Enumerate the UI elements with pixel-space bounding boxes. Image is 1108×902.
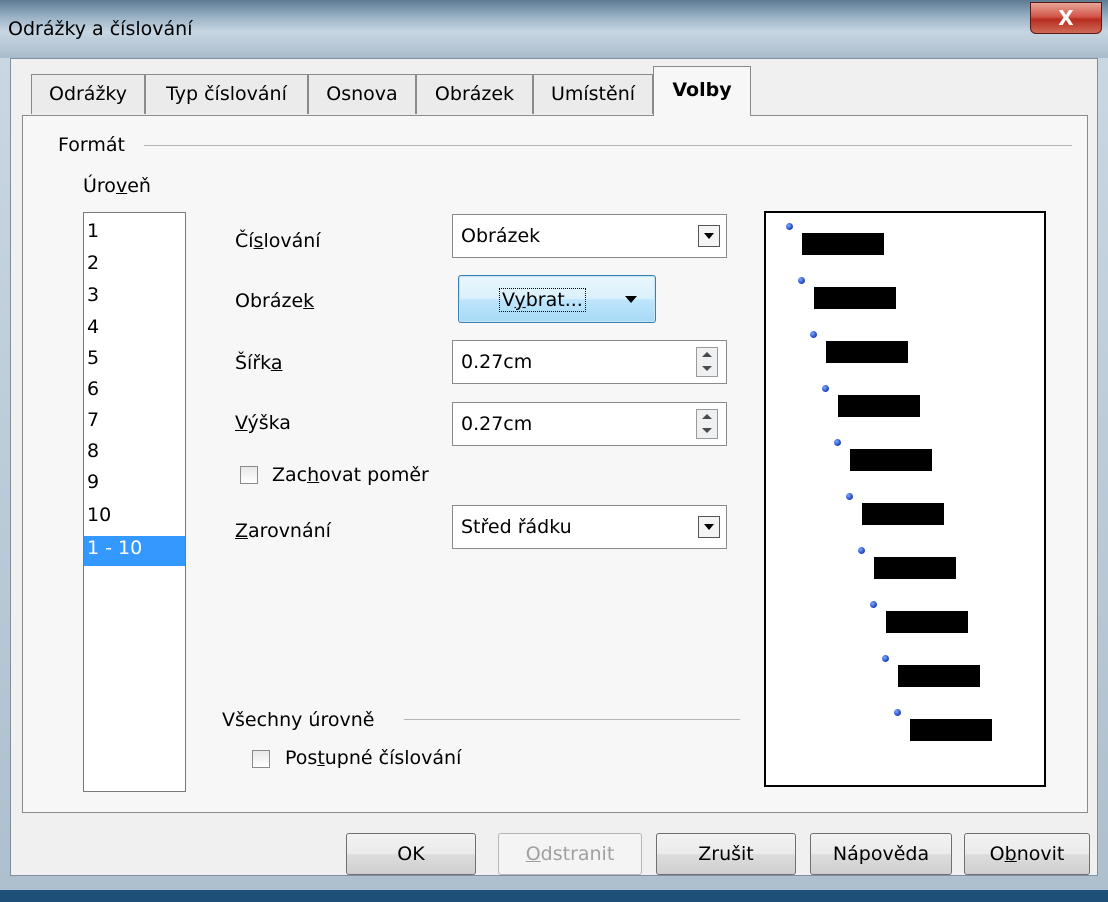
all-levels-group-label: Všechny úrovně (222, 709, 375, 731)
consecutive-numbering-label: Postupné číslování (285, 747, 462, 769)
preview-text-line (826, 341, 908, 363)
width-spinfield[interactable]: 0.27cm (452, 340, 727, 384)
remove-label: Odstranit (525, 843, 615, 865)
tab-label: Osnova (326, 83, 398, 105)
tab-label: Odrážky (48, 83, 127, 105)
bullet-picture-icon (834, 439, 841, 446)
dropdown-arrow-icon (625, 296, 637, 303)
numbering-label: Číslování (235, 230, 321, 252)
tab-label: Obrázek (434, 83, 515, 105)
bullet-picture-icon (870, 601, 877, 608)
numbering-value: Obrázek (461, 225, 541, 247)
tab-label: Typ číslování (166, 83, 287, 105)
spin-up-icon[interactable] (702, 414, 712, 419)
format-group-label: Formát (58, 134, 125, 156)
list-item[interactable]: 4 (84, 315, 185, 345)
select-picture-button[interactable]: Vybrat... (458, 275, 656, 323)
width-value: 0.27cm (461, 351, 533, 373)
list-item[interactable]: 10 (84, 503, 185, 533)
tab-options[interactable]: Volby (653, 66, 751, 116)
tab-graphics[interactable]: Obrázek (416, 74, 533, 114)
preview-text-line (898, 665, 980, 687)
tab-outline[interactable]: Osnova (308, 74, 416, 114)
bullet-picture-icon (882, 655, 889, 662)
list-item[interactable]: 5 (84, 346, 185, 376)
bullet-picture-icon (894, 709, 901, 716)
cancel-button[interactable]: Zrušit (656, 833, 796, 875)
bullet-picture-icon (858, 547, 865, 554)
close-button[interactable]: X (1030, 2, 1102, 34)
tab-numbering-type[interactable]: Typ číslování (145, 74, 308, 114)
height-value: 0.27cm (461, 413, 533, 435)
keep-ratio-checkbox[interactable] (240, 466, 258, 484)
list-item[interactable]: 1 (84, 219, 185, 249)
list-item-selected[interactable]: 1 - 10 (84, 536, 185, 566)
reset-label: Obnovit (989, 843, 1065, 865)
spin-up-icon[interactable] (702, 352, 712, 357)
height-spinfield[interactable]: 0.27cm (452, 402, 727, 446)
list-item[interactable]: 3 (84, 283, 185, 313)
close-icon: X (1058, 6, 1074, 30)
list-item[interactable]: 9 (84, 470, 185, 500)
bullet-picture-icon (798, 277, 805, 284)
preview-text-line (838, 395, 920, 417)
format-separator (144, 145, 1072, 146)
help-label: Nápověda (832, 843, 930, 865)
spin-buttons[interactable] (696, 347, 718, 377)
spin-buttons[interactable] (696, 409, 718, 439)
consecutive-numbering-checkbox[interactable] (252, 750, 270, 768)
list-item[interactable]: 7 (84, 408, 185, 438)
all-levels-separator (404, 719, 740, 720)
height-label: Výška (235, 412, 291, 434)
preview-text-line (802, 233, 884, 255)
preview-pane (764, 211, 1046, 787)
alignment-label: Zarovnání (235, 520, 331, 542)
preview-text-line (862, 503, 944, 525)
list-item[interactable]: 8 (84, 439, 185, 469)
bullet-picture-icon (846, 493, 853, 500)
keep-ratio-label: Zachovat poměr (272, 464, 429, 486)
preview-text-line (910, 719, 992, 741)
dropdown-arrow-icon[interactable] (698, 225, 720, 247)
spin-down-icon[interactable] (702, 366, 712, 371)
tab-label: Umístění (550, 83, 636, 105)
list-item[interactable]: 6 (84, 377, 185, 407)
tab-label: Volby (672, 79, 732, 101)
width-label: Šířka (235, 352, 283, 374)
help-button[interactable]: Nápověda (810, 833, 952, 875)
level-listbox[interactable]: 1 2 3 4 5 6 7 8 9 10 1 - 10 (83, 212, 186, 792)
bullet-picture-icon (810, 331, 817, 338)
alignment-value: Střed řádku (461, 516, 572, 538)
tab-position[interactable]: Umístění (533, 74, 653, 114)
level-label: Úroveň (83, 175, 151, 197)
window-title: Odrážky a číslování (8, 18, 193, 40)
reset-button[interactable]: Obnovit (964, 833, 1090, 875)
list-item[interactable]: 2 (84, 251, 185, 281)
preview-text-line (886, 611, 968, 633)
alignment-select[interactable]: Střed řádku (452, 505, 727, 549)
bullet-picture-icon (822, 385, 829, 392)
select-picture-label: Vybrat... (499, 288, 586, 312)
dropdown-arrow-icon[interactable] (698, 516, 720, 538)
preview-text-line (814, 287, 896, 309)
spin-down-icon[interactable] (702, 428, 712, 433)
bullet-picture-icon (786, 223, 793, 230)
ok-button[interactable]: OK (346, 833, 476, 875)
cancel-label: Zrušit (698, 843, 754, 865)
picture-label: Obrázek (235, 290, 315, 312)
tab-bullets[interactable]: Odrážky (31, 74, 145, 114)
ok-label: OK (397, 843, 425, 865)
title-bar: Odrážky a číslování X (0, 0, 1108, 58)
preview-text-line (850, 449, 932, 471)
remove-button[interactable]: Odstranit (498, 833, 642, 875)
taskbar-strip (0, 890, 1108, 902)
preview-text-line (874, 557, 956, 579)
numbering-select[interactable]: Obrázek (452, 214, 727, 258)
